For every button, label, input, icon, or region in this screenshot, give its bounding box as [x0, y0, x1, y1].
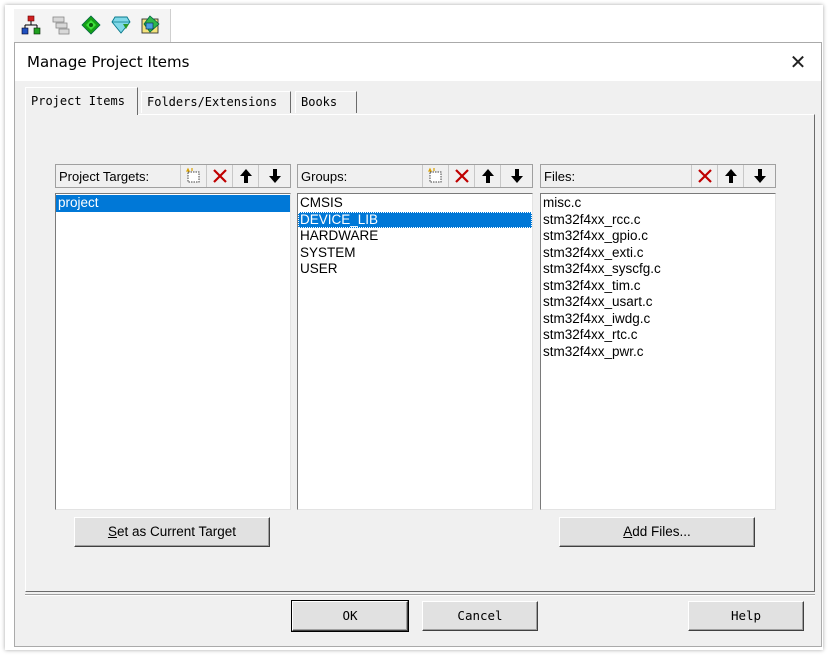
list-item-group[interactable]: DEVICE_LIB: [298, 211, 532, 228]
delete-target-icon[interactable]: [206, 165, 232, 187]
new-target-icon[interactable]: [180, 165, 206, 187]
move-file-up-icon[interactable]: [717, 165, 743, 187]
set-as-current-target-button[interactable]: Set as Current Target: [74, 517, 270, 547]
project-targets-header: Project Targets:: [55, 164, 291, 188]
dialog-title: Manage Project Items: [27, 53, 190, 71]
files-header: Files:: [540, 164, 776, 188]
list-item-file[interactable]: stm32f4xx_rtc.c: [541, 327, 775, 344]
list-item-group[interactable]: CMSIS: [298, 195, 532, 212]
list-item-file[interactable]: stm32f4xx_rcc.c: [541, 212, 775, 229]
tab-folders-extensions[interactable]: Folders/Extensions: [141, 91, 291, 113]
toolbar: [14, 9, 171, 44]
list-item-group[interactable]: USER: [298, 261, 532, 278]
delete-group-icon[interactable]: [448, 165, 474, 187]
tab-books[interactable]: Books: [295, 91, 357, 113]
list-item-file[interactable]: stm32f4xx_pwr.c: [541, 344, 775, 361]
list-item-file[interactable]: stm32f4xx_gpio.c: [541, 228, 775, 245]
list-item-file[interactable]: stm32f4xx_tim.c: [541, 278, 775, 295]
add-files-button[interactable]: Add Files...: [559, 517, 755, 547]
diamond-green-icon[interactable]: [80, 14, 102, 36]
set-target-label: et as Current Target: [116, 524, 237, 539]
ok-button[interactable]: OK: [291, 600, 409, 632]
list-item-file[interactable]: stm32f4xx_iwdg.c: [541, 311, 775, 328]
diamond-download-icon[interactable]: [110, 14, 132, 36]
add-files-mnemonic: A: [623, 524, 633, 539]
set-target-mnemonic: S: [107, 524, 117, 539]
close-icon[interactable]: ✕: [785, 49, 811, 75]
groups-label: Groups:: [301, 169, 348, 184]
list-item-group[interactable]: HARDWARE: [298, 228, 532, 245]
add-files-label: dd Files...: [632, 524, 691, 539]
project-targets-label: Project Targets:: [59, 169, 150, 184]
groups-list[interactable]: CMSIS DEVICE_LIB HARDWARE SYSTEM USER: [297, 193, 533, 510]
files-list[interactable]: misc.c stm32f4xx_rcc.c stm32f4xx_gpio.c …: [540, 193, 776, 510]
move-group-up-icon[interactable]: [474, 165, 500, 187]
new-group-icon[interactable]: [422, 165, 448, 187]
move-group-down-icon[interactable]: [500, 165, 532, 187]
delete-file-icon[interactable]: [691, 165, 717, 187]
groups-header: Groups:: [297, 164, 533, 188]
list-item-group[interactable]: SYSTEM: [298, 245, 532, 262]
list-item-file[interactable]: stm32f4xx_syscfg.c: [541, 261, 775, 278]
move-target-up-icon[interactable]: [232, 165, 258, 187]
files-label: Files:: [544, 169, 576, 184]
list-item-file[interactable]: misc.c: [541, 195, 775, 212]
diamond-picture-icon[interactable]: [140, 14, 162, 36]
tab-project-items[interactable]: Project Items: [25, 87, 138, 115]
move-target-down-icon[interactable]: [258, 165, 290, 187]
list-item-target[interactable]: project: [56, 195, 290, 212]
list-item-file[interactable]: stm32f4xx_exti.c: [541, 245, 775, 262]
panel-separator: [25, 594, 815, 596]
project-manage-icon[interactable]: [20, 14, 42, 36]
manage-project-items-dialog: Manage Project Items ✕ Project Items Fol…: [14, 42, 822, 647]
cancel-button[interactable]: Cancel: [422, 601, 538, 631]
list-item-file[interactable]: stm32f4xx_usart.c: [541, 294, 775, 311]
dialog-titlebar: Manage Project Items ✕: [15, 43, 821, 81]
project-targets-list[interactable]: project: [55, 193, 291, 510]
help-button[interactable]: Help: [688, 601, 804, 631]
move-file-down-icon[interactable]: [743, 165, 775, 187]
layers-icon[interactable]: [50, 14, 72, 36]
